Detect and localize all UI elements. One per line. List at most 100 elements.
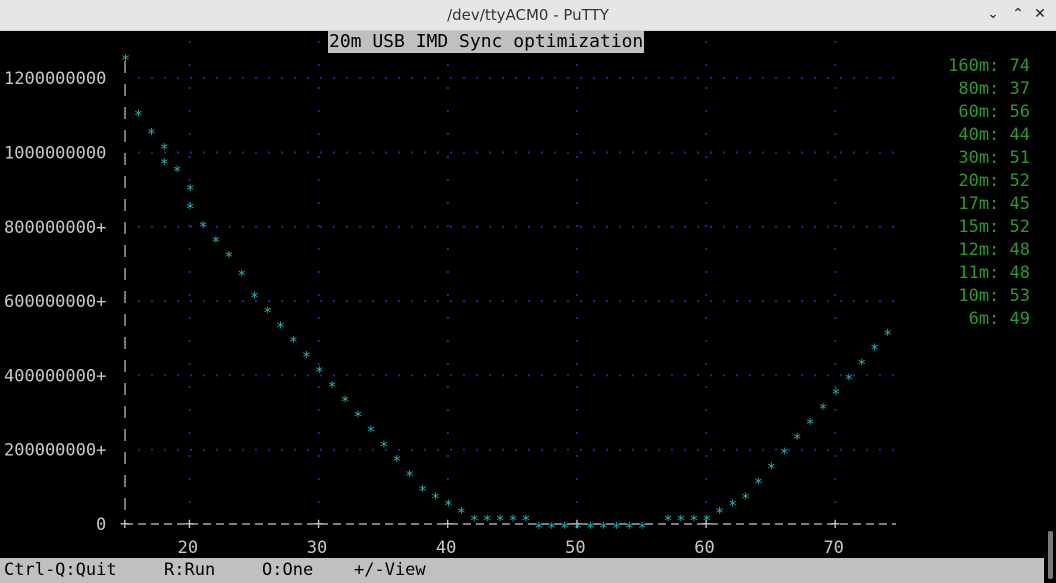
chart-points: ***** ********************* * * * * * * * * * * * * * *… (121, 51, 892, 537)
data-point: * (470, 512, 479, 530)
data-point: * (767, 460, 776, 478)
x-tick-label: 70 (823, 538, 843, 558)
close-icon[interactable]: ✕ (1030, 4, 1050, 24)
data-point: * (573, 519, 582, 537)
quit-command: Ctrl-Q:Quit (4, 560, 117, 580)
scrollbar[interactable] (1044, 31, 1056, 583)
data-point: * (741, 489, 750, 507)
data-point: * (831, 385, 840, 403)
band-160m: 160m: 74 (948, 56, 1030, 76)
data-point: * (483, 512, 492, 530)
data-point: * (457, 504, 466, 522)
chart-grid (138, 41, 900, 514)
minimize-icon[interactable]: ⌄ (983, 4, 1003, 24)
y-tick-label: 400000000+ (4, 366, 106, 386)
data-point: * (509, 512, 518, 530)
chart-title: 20m USB IMD Sync optimization (328, 31, 645, 53)
view-command: +/-View (354, 560, 426, 580)
y-tick-label: 1000000000 (4, 143, 106, 163)
x-tick-label: 60 (694, 538, 714, 558)
data-point: * (366, 422, 375, 440)
x-tick-mark: + (185, 514, 195, 533)
data-point: * (263, 304, 272, 322)
data-point: * (186, 199, 195, 217)
x-tick-label: 30 (307, 538, 327, 558)
origin-mark: + (120, 514, 130, 533)
x-tick-mark: + (443, 514, 453, 533)
data-point: * (211, 233, 220, 251)
data-point: * (392, 452, 401, 470)
band-15m: 15m: 52 (958, 217, 1030, 237)
data-point: * (173, 162, 182, 180)
data-point: * (857, 356, 866, 374)
y-tick-labels: 0 200000000+ 400000000+ 600000000+ 800000000… (4, 69, 106, 535)
x-tick-mark: + (314, 514, 324, 533)
putty-window: /dev/ttyACM0 - PuTTY ⌄ ⌃ ✕ + + + + + + + 0 2000… (0, 0, 1056, 583)
x-tick-label: 20 (178, 538, 198, 558)
data-point: * (354, 408, 363, 426)
data-point: * (199, 218, 208, 236)
data-point: * (560, 519, 569, 537)
y-tick-label: 1200000000 (4, 69, 106, 89)
scrollbar-thumb[interactable] (1048, 531, 1053, 579)
data-point: * (664, 512, 673, 530)
data-point: * (121, 51, 130, 69)
y-tick-label: 800000000+ (4, 218, 106, 238)
band-60m: 60m: 56 (958, 102, 1030, 122)
data-point: * (405, 467, 414, 485)
data-point: * (586, 519, 595, 537)
data-point: * (250, 289, 259, 307)
band-12m: 12m: 48 (958, 240, 1030, 260)
data-point: * (160, 155, 169, 173)
data-point: * (302, 348, 311, 366)
band-6m: 6m: 49 (968, 309, 1030, 329)
data-point: * (315, 363, 324, 381)
data-point: * (754, 474, 763, 492)
data-point: * (521, 512, 530, 530)
data-point: * (418, 482, 427, 500)
one-command: O:One (262, 560, 314, 580)
data-point: * (496, 512, 505, 530)
data-point: * (625, 519, 634, 537)
data-point: * (341, 393, 350, 411)
status-bar: Ctrl-Q:Quit R:Run O:One +/-View (0, 558, 1044, 583)
band-30m: 30m: 51 (958, 148, 1030, 168)
data-point: * (431, 489, 440, 507)
data-point: * (638, 519, 647, 537)
data-point: * (819, 400, 828, 418)
data-point: * (728, 497, 737, 515)
band-10m: 10m: 53 (958, 286, 1030, 306)
data-point: * (289, 333, 298, 351)
data-point: * (276, 318, 285, 336)
data-point: * (444, 497, 453, 515)
y-tick-label: 200000000+ (4, 441, 106, 461)
data-point: * (844, 370, 853, 388)
data-point: * (793, 430, 802, 448)
data-point: * (328, 378, 337, 396)
data-point: * (715, 504, 724, 522)
data-point: * (780, 445, 789, 463)
data-point: * (599, 519, 608, 537)
data-point: * (702, 512, 711, 530)
scatter-chart: + + + + + ++ 0200000000+400000000+600000000+8… (4, 41, 900, 558)
y-tick-label: 600000000+ (4, 292, 106, 312)
maximize-icon[interactable]: ⌃ (1008, 4, 1028, 24)
data-point: * (186, 181, 195, 199)
data-point: * (870, 341, 879, 359)
data-point: * (883, 326, 892, 344)
band-list: 160m: 74 80m: 37 60m: 56 40m: 44 30m: 51… (900, 55, 1030, 331)
data-point: * (689, 512, 698, 530)
data-point: * (224, 248, 233, 266)
x-tick-labels: 20 30 40 50 60 70 (178, 538, 844, 558)
data-point: * (806, 415, 815, 433)
title-bar[interactable]: /dev/ttyACM0 - PuTTY ⌄ ⌃ ✕ (0, 0, 1056, 31)
window-title: /dev/ttyACM0 - PuTTY (447, 6, 609, 24)
data-point: * (237, 266, 246, 284)
y-tick-label: 0 (96, 515, 106, 535)
band-40m: 40m: 44 (958, 125, 1030, 145)
band-17m: 17m: 45 (958, 194, 1030, 214)
data-point: * (147, 125, 156, 143)
terminal-area[interactable]: + + + + + + + 0 200000000+ 400000000+ 600000000+ 8… (0, 31, 1044, 583)
data-point: * (676, 512, 685, 530)
data-point: * (612, 519, 621, 537)
